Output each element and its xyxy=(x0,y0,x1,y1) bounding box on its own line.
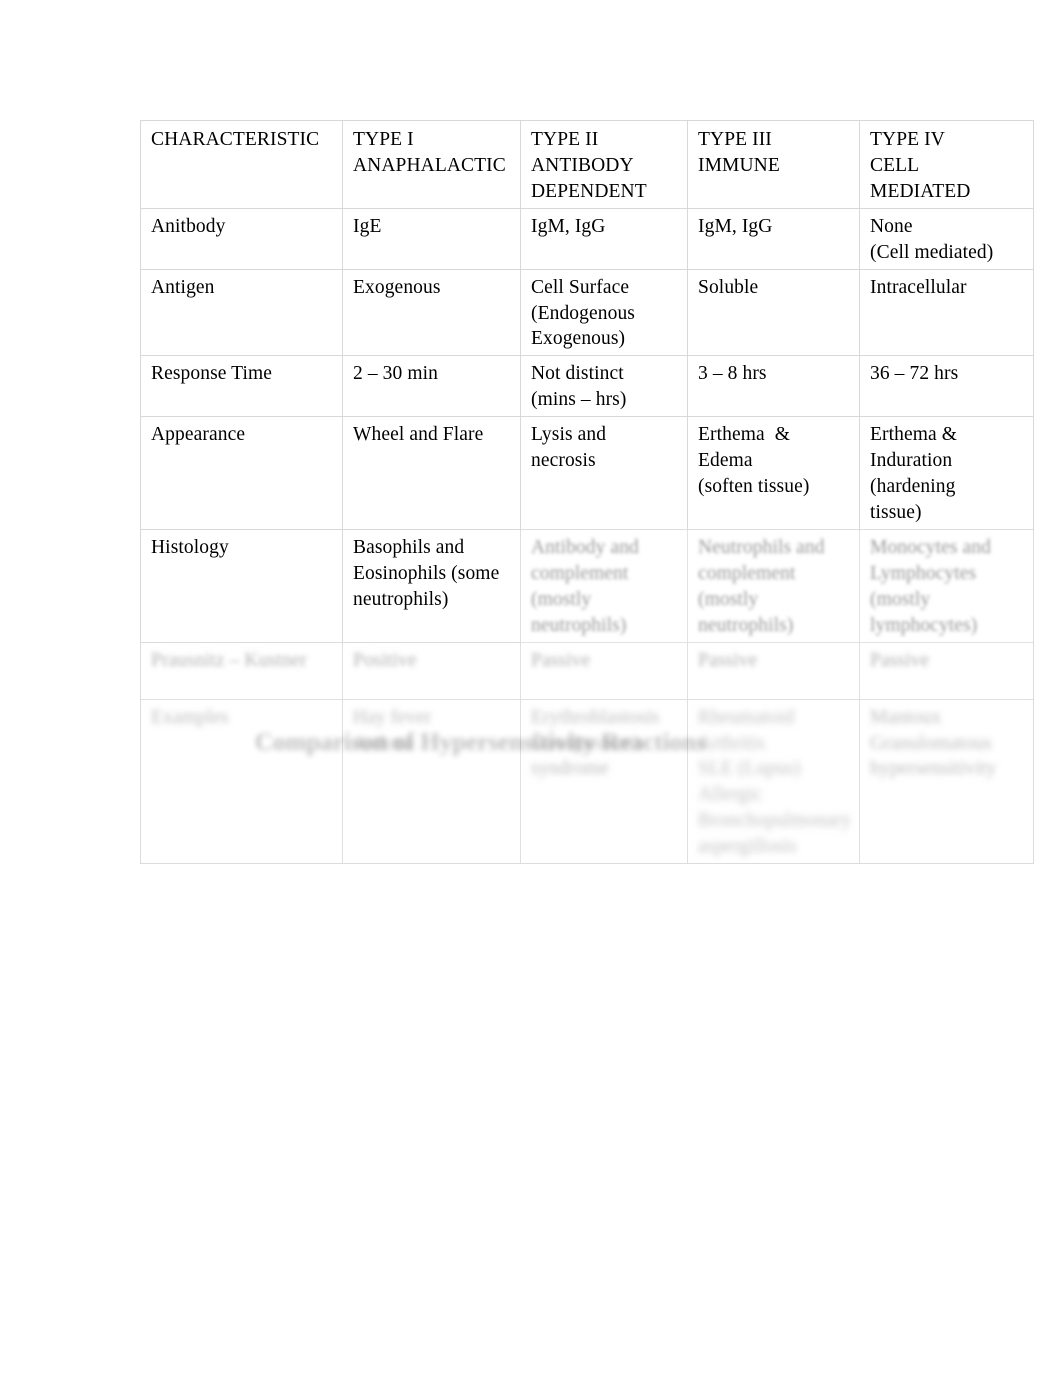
cell-appearance-type-4: Erthema & Induration (hardening tissue) xyxy=(859,416,1034,530)
column-header-characteristic-text: CHARACTERISTIC xyxy=(151,129,320,150)
cell-histology-type-4: Monocytes and Lymphocytes (mostly lympho… xyxy=(859,528,1034,643)
row-label-prausnitz-kustner: Prausnitz – Kustner xyxy=(140,641,343,700)
cell-prausnitz-kustner-type-1: Positive xyxy=(342,641,521,700)
cell-anitbody-type-1: IgE xyxy=(342,207,521,270)
cell-prausnitz-kustner-type-2: Passive xyxy=(520,641,688,700)
row-label-examples: Examples xyxy=(140,698,343,865)
column-header-type-4: TYPE IV CELL MEDIATED xyxy=(859,120,1034,209)
row-label-appearance: Appearance xyxy=(140,416,343,530)
table-row: Examples Hay fever Asthma Erythroblastos… xyxy=(140,698,1034,865)
table-row: Prausnitz – Kustner Positive Passive Pas… xyxy=(140,641,1034,700)
table-row: Response Time 2 – 30 min Not distinct (m… xyxy=(140,355,1034,418)
cell-response-time-type-2: Not distinct (mins – hrs) xyxy=(520,355,688,418)
cell-appearance-type-1: Wheel and Flare xyxy=(342,416,521,530)
cell-appearance-type-3: Erthema & Edema (soften tissue) xyxy=(687,416,860,530)
table-row: Antigen Exogenous Cell Surface (Endogeno… xyxy=(140,268,1034,357)
cell-antigen-type-1: Exogenous xyxy=(342,268,521,357)
cell-examples-type-3: Rheumatoid Arthritis SLE (Lupus) Allergi… xyxy=(687,698,860,865)
row-label-response-time: Response Time xyxy=(140,355,343,418)
cell-response-time-type-3: 3 – 8 hrs xyxy=(687,355,860,418)
table-row: Anitbody IgE IgM, IgG IgM, IgG None (Cel… xyxy=(140,207,1034,270)
cell-prausnitz-kustner-type-4: Passive xyxy=(859,641,1034,700)
cell-antigen-type-3: Soluble xyxy=(687,268,860,357)
row-label-anitbody: Anitbody xyxy=(140,207,343,270)
cell-histology-type-1: Basophils and Eosinophils (some neutroph… xyxy=(342,528,521,643)
cell-anitbody-type-4: None (Cell mediated) xyxy=(859,207,1034,270)
cell-appearance-type-2: Lysis and necrosis xyxy=(520,416,688,530)
cell-histology-type-2: Antibody and complement (mostly neutroph… xyxy=(520,528,688,643)
table-row: Histology Basophils and Eosinophils (som… xyxy=(140,528,1034,643)
cell-response-time-type-4: 36 – 72 hrs xyxy=(859,355,1034,418)
cell-histology-type-3: Neutrophils and complement (mostly neutr… xyxy=(687,528,860,643)
row-label-histology: Histology xyxy=(140,528,343,643)
cell-examples-type-2: Erythroblastosis Goodpasture's syndrome xyxy=(520,698,688,865)
table-row: Appearance Wheel and Flare Lysis and nec… xyxy=(140,416,1034,530)
cell-antigen-type-4: Intracellular xyxy=(859,268,1034,357)
column-header-type-1: TYPE I ANAPHALACTIC xyxy=(342,120,521,209)
row-label-antigen: Antigen xyxy=(140,268,343,357)
column-header-type-1-text: TYPE I ANAPHALACTIC xyxy=(353,129,506,176)
cell-antigen-type-2: Cell Surface (Endogenous Exogenous) xyxy=(520,268,688,357)
cell-examples-type-1: Hay fever Asthma xyxy=(342,698,521,865)
table-header-row: CHARACTERISTIC TYPE I ANAPHALACTIC TYPE … xyxy=(140,120,1034,209)
cell-anitbody-type-2: IgM, IgG xyxy=(520,207,688,270)
document-page: CHARACTERISTIC TYPE I ANAPHALACTIC TYPE … xyxy=(0,0,1062,1377)
column-header-type-2: TYPE II ANTIBODY DEPENDENT xyxy=(520,120,688,209)
column-header-type-3-text: TYPE III IMMUNE xyxy=(698,129,780,176)
cell-examples-type-4: Mantoux Granulomatous hypersensitivity xyxy=(859,698,1034,865)
column-header-type-4-text: TYPE IV CELL MEDIATED xyxy=(870,129,971,202)
table-caption: Comparison of Hypersensitivity Reactions xyxy=(255,729,706,756)
cell-anitbody-type-3: IgM, IgG xyxy=(687,207,860,270)
cell-response-time-type-1: 2 – 30 min xyxy=(342,355,521,418)
cell-prausnitz-kustner-type-3: Passive xyxy=(687,641,860,700)
column-header-type-2-text: TYPE II ANTIBODY DEPENDENT xyxy=(531,129,647,202)
column-header-type-3: TYPE III IMMUNE xyxy=(687,120,860,209)
column-header-characteristic: CHARACTERISTIC xyxy=(140,120,343,209)
